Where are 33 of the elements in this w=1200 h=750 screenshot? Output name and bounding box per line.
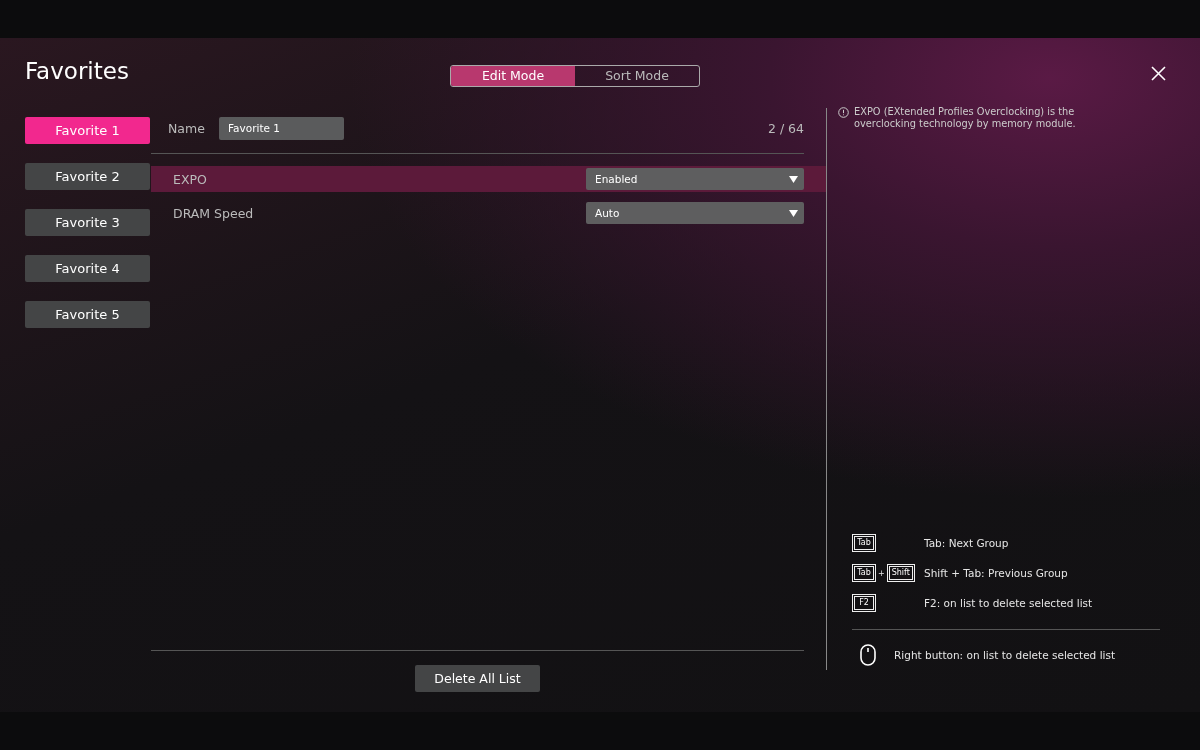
setting-row[interactable]: DRAM Speed Auto [151,200,826,226]
info-icon [838,107,849,118]
keycap-icon: F2 [854,596,874,610]
page-title: Favorites [25,57,130,86]
shortcut-text: Tab: Next Group [924,537,1009,549]
favorite-tab[interactable]: Favorite 4 [25,255,150,282]
setting-label: DRAM Speed [173,205,254,221]
keycap-icon: Shift [888,566,913,580]
close-icon[interactable] [1151,66,1166,81]
keycap-icon: Tab [854,566,874,580]
name-label: Name [168,121,206,136]
setting-dropdown[interactable]: Auto [586,202,804,224]
favorite-tab[interactable]: Favorite 1 [25,117,150,144]
item-count: 2 / 64 [767,121,804,136]
delete-all-button[interactable]: Delete All List [415,665,540,692]
shortcut-text: Shift + Tab: Previous Group [924,567,1068,579]
plus-sign: + [878,568,885,578]
setting-dropdown[interactable]: Enabled [586,168,804,190]
setting-label: EXPO [173,171,207,187]
name-field[interactable]: Favorite 1 [219,117,344,140]
keycap-icon: Tab [854,536,874,550]
shortcut-text: F2: on list to delete selected list [924,597,1093,609]
caret-icon [789,175,798,183]
favorite-tab[interactable]: Favorite 2 [25,163,150,190]
mode-tab[interactable]: Sort Mode [575,66,699,86]
favorite-tab[interactable]: Favorite 5 [25,301,150,328]
help-text: EXPO (EXtended Profiles Overclocking) is the overclocking technology by memory module. [854,106,1077,130]
mode-tab[interactable]: Edit Mode [451,66,575,86]
caret-icon [789,209,798,217]
mouse-icon [860,644,876,666]
shortcut-text: Right button: on list to delete selected list [894,649,1116,661]
setting-row[interactable]: EXPO Enabled [151,166,826,192]
favorite-tab[interactable]: Favorite 3 [25,209,150,236]
